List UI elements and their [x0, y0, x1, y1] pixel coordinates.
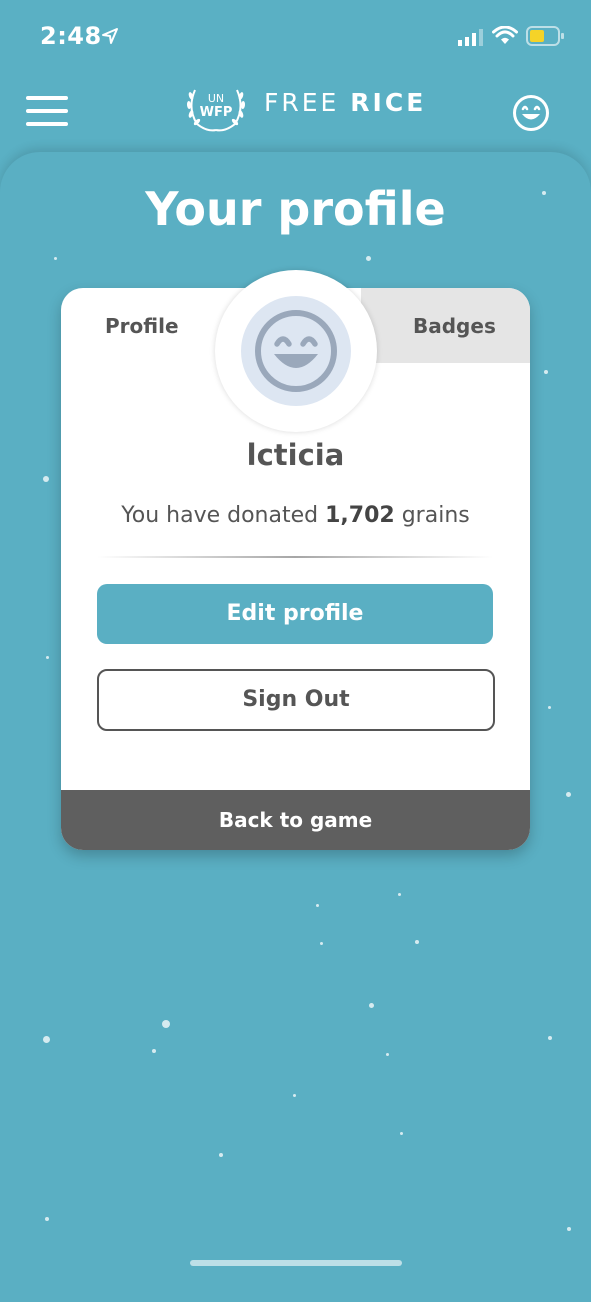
un-wfp-logo: UN WFP [186, 89, 246, 132]
particle [398, 893, 401, 896]
donation-suffix: grains [401, 503, 470, 528]
particle [43, 476, 49, 482]
particle [369, 1003, 374, 1008]
particle [400, 1132, 403, 1135]
edit-profile-button[interactable]: Edit profile [97, 584, 493, 644]
particle [46, 656, 49, 659]
particle [219, 1153, 223, 1157]
divider [97, 556, 493, 558]
particle [43, 1036, 50, 1043]
status-time: 2:48 [40, 22, 102, 50]
logo-wfp-text: WFP [200, 105, 233, 120]
donation-count: 1,702 [325, 503, 395, 528]
hamburger-menu-icon[interactable] [26, 96, 68, 126]
particle [162, 1020, 170, 1028]
donation-prefix: You have donated [121, 503, 319, 528]
location-arrow-icon [102, 28, 118, 44]
logo-un-text: UN [208, 92, 224, 105]
particle [366, 256, 371, 261]
particle [152, 1049, 156, 1053]
particle [293, 1094, 296, 1097]
particle [45, 1217, 49, 1221]
tab-badges[interactable]: Badges [413, 314, 496, 338]
particle [566, 792, 571, 797]
profile-username: lcticia [246, 438, 345, 472]
freerice-logo-text: FREE RICE [264, 88, 426, 117]
smiley-face-icon[interactable] [512, 94, 550, 132]
avatar [241, 296, 351, 406]
particle [54, 257, 57, 260]
particle [548, 1036, 552, 1040]
particle [544, 370, 548, 374]
donation-summary: You have donated 1,702 grains [61, 503, 530, 528]
particle [567, 1227, 571, 1231]
particle [415, 940, 419, 944]
back-to-game-button[interactable]: Back to game [61, 790, 530, 850]
battery-icon [526, 26, 564, 46]
status-bar: 2:48 [0, 0, 591, 76]
sign-out-button[interactable]: Sign Out [97, 669, 495, 731]
particle [548, 706, 551, 709]
home-indicator[interactable] [190, 1260, 402, 1266]
particle [316, 904, 319, 907]
page-title: Your profile [145, 182, 446, 236]
particle [320, 942, 323, 945]
logo-free: FREE [264, 88, 340, 117]
particle [386, 1053, 389, 1056]
tab-profile[interactable]: Profile [105, 314, 179, 338]
wifi-icon [492, 26, 518, 44]
logo-rice: RICE [350, 88, 427, 117]
signal-icon [458, 29, 483, 46]
profile-avatar-ring [215, 270, 377, 432]
smiley-avatar-icon [255, 310, 337, 392]
